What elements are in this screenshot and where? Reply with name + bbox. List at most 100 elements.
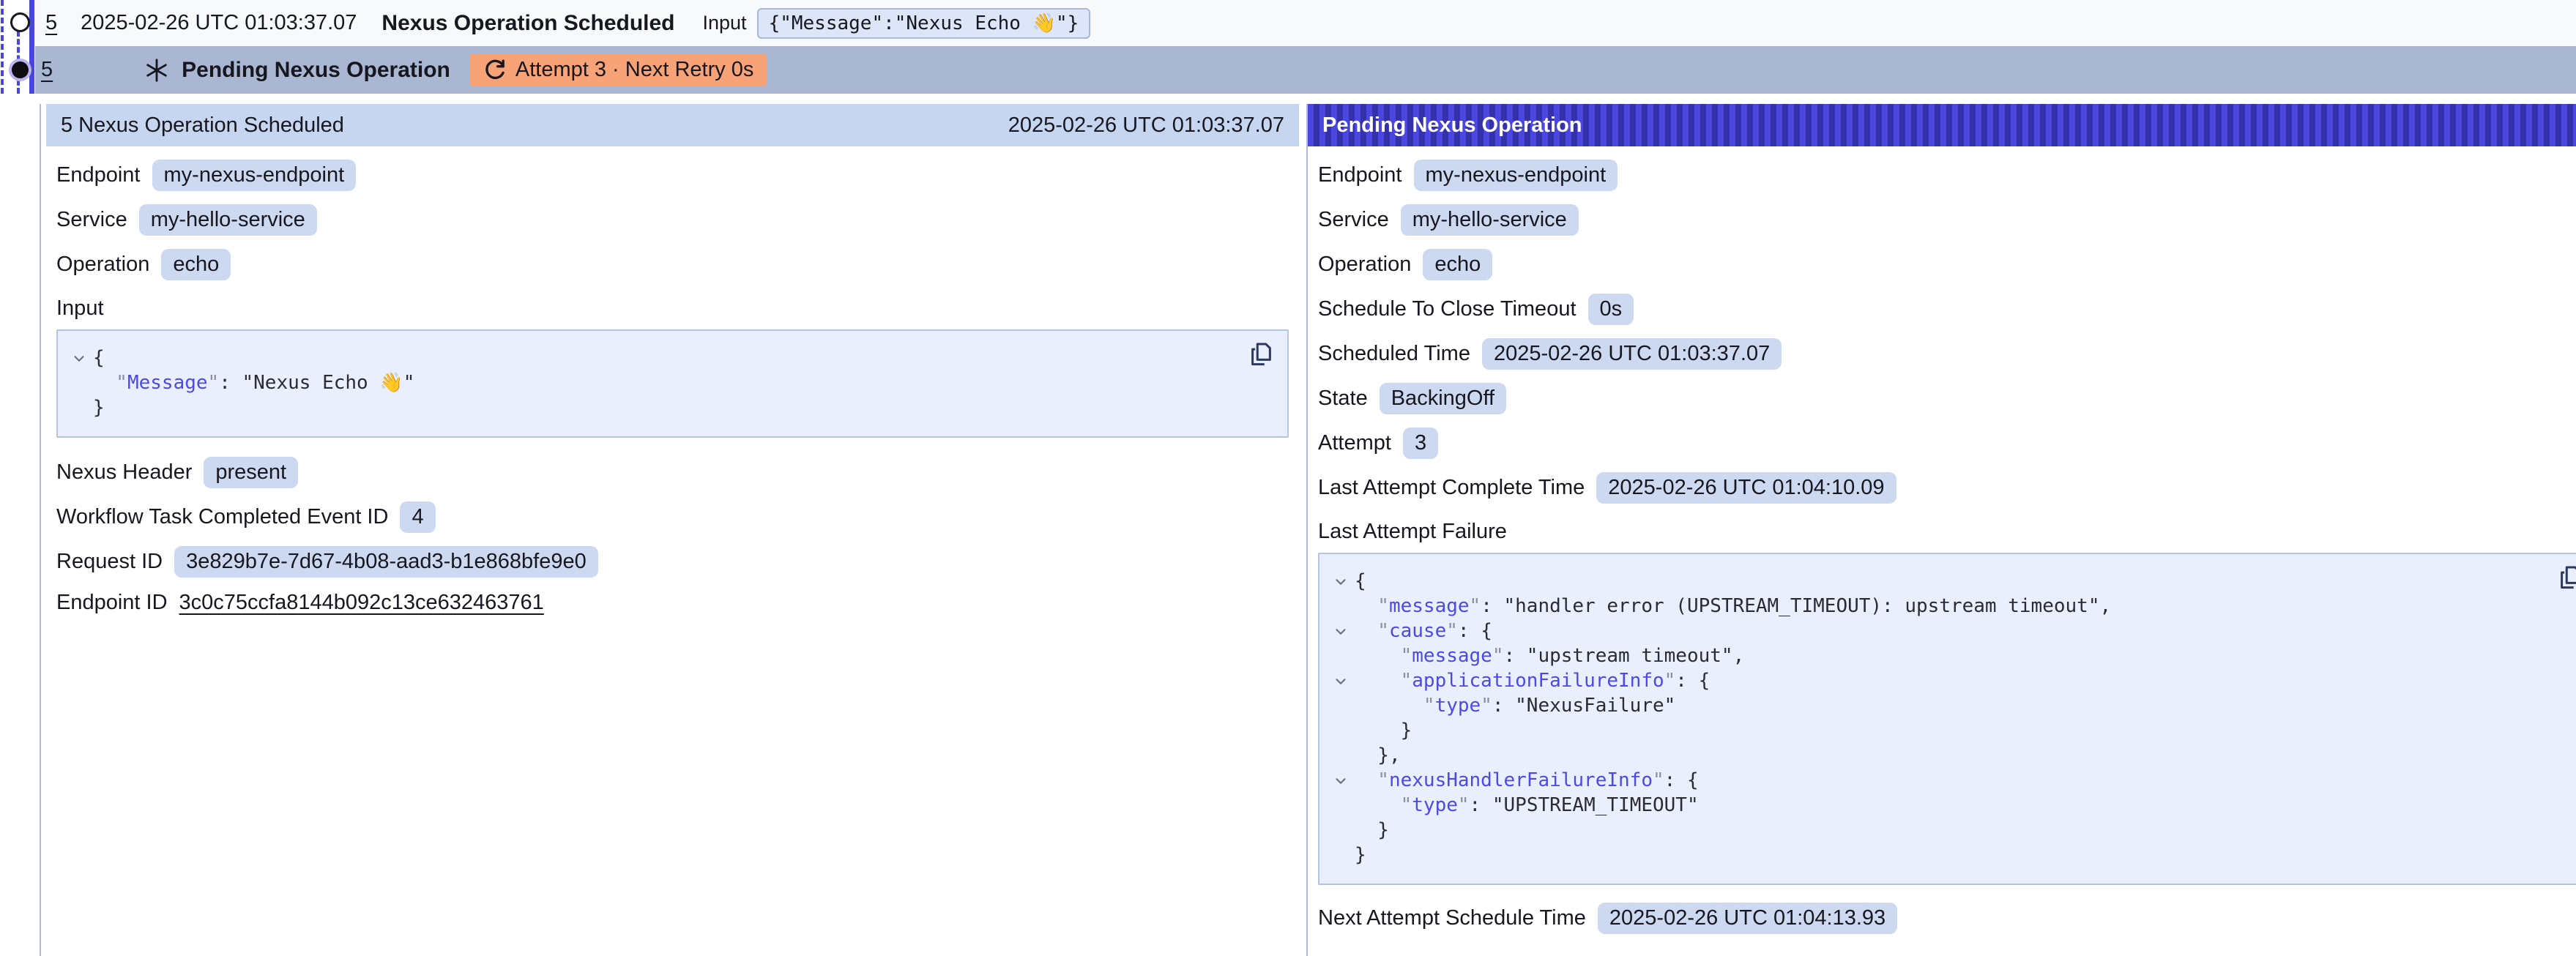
- field-value-badge: 2025-02-26 UTC 01:04:13.93: [1598, 903, 1897, 934]
- field-workflow-task-completed-event-id: Workflow Task Completed Event ID 4: [56, 501, 1289, 533]
- event-details-panel: 5 Nexus Operation Scheduled 2025-02-26 U…: [40, 104, 2576, 956]
- field-value-badge: my-nexus-endpoint: [152, 160, 357, 191]
- pending-operation-card-header: Pending Nexus Operation: [1308, 104, 2576, 146]
- event-title: Nexus Operation Scheduled: [381, 11, 674, 36]
- json-viewer-failure: {"message": "handler error (UPSTREAM_TIM…: [1318, 553, 2576, 885]
- timeline-dot-icon[interactable]: [12, 61, 29, 78]
- event-detail-card-time: 2025-02-26 UTC 01:03:37.07: [1008, 113, 1284, 138]
- event-history-screen: 5 2025-02-26 UTC 01:03:37.07 Nexus Opera…: [0, 0, 2576, 956]
- field-label: Endpoint: [56, 163, 141, 187]
- field-nexus-header: Nexus Header present: [56, 457, 1289, 488]
- json-code-text: "applicationFailureInfo": {: [1355, 668, 1710, 693]
- json-lines: {"Message": "Nexus Echo 👋"}: [65, 346, 1240, 420]
- pending-operation-title: Pending Nexus Operation: [182, 58, 450, 83]
- retry-icon: [483, 58, 507, 82]
- json-code-text: "cause": {: [1355, 619, 1492, 643]
- field-value-badge: 3: [1403, 427, 1438, 459]
- event-detail-card-header: 5 Nexus Operation Scheduled 2025-02-26 U…: [46, 104, 1299, 146]
- input-section-label: Input: [56, 296, 1289, 321]
- json-code-text: "type": "NexusFailure": [1355, 693, 1675, 718]
- field-value-badge: 3e829b7e-7d67-4b08-aad3-b1e868bfe9e0: [174, 546, 598, 578]
- field-label: Request ID: [56, 550, 163, 574]
- json-gutter: [1327, 594, 1355, 599]
- json-code-text: }: [1355, 718, 1412, 743]
- pending-operation-card-title: Pending Nexus Operation: [1322, 113, 1582, 138]
- event-id-link[interactable]: 5: [45, 11, 57, 35]
- json-line: }: [1327, 818, 2550, 843]
- event-detail-card: 5 Nexus Operation Scheduled 2025-02-26 U…: [46, 104, 1299, 956]
- json-code-text: }: [1355, 843, 1366, 867]
- json-line: "message": "handler error (UPSTREAM_TIME…: [1327, 594, 2550, 619]
- json-line: "type": "NexusFailure": [1327, 693, 2550, 718]
- timeline-edge-dashed-line: [1, 0, 4, 94]
- json-gutter: [1327, 818, 1355, 823]
- field-label: Schedule To Close Timeout: [1318, 297, 1577, 321]
- collapse-chevron-icon[interactable]: [1327, 768, 1355, 789]
- copy-button[interactable]: [1246, 340, 1276, 372]
- field-operation: Operation echo: [56, 249, 1289, 280]
- json-line: }: [65, 395, 1240, 420]
- field-value-badge: 2025-02-26 UTC 01:03:37.07: [1482, 338, 1782, 370]
- state-badge: BackingOff: [1380, 383, 1506, 414]
- collapse-chevron-icon[interactable]: [1327, 569, 1355, 590]
- retry-badge-text: Attempt 3 · Next Retry 0s: [515, 58, 754, 82]
- endpoint-id-link[interactable]: 3c0c75ccfa8144b092c13ce632463761: [179, 591, 544, 615]
- field-value-badge: my-nexus-endpoint: [1414, 160, 1618, 191]
- event-detail-card-title: 5 Nexus Operation Scheduled: [61, 113, 344, 138]
- event-input-preview-chip[interactable]: {"Message":"Nexus Echo 👋"}: [757, 8, 1091, 39]
- timeline-active-bar: [29, 0, 34, 94]
- field-label: Endpoint: [1318, 163, 1402, 187]
- field-value-badge: 2025-02-26 UTC 01:04:10.09: [1596, 472, 1896, 504]
- json-gutter: [65, 370, 93, 376]
- collapse-chevron-icon[interactable]: [65, 346, 93, 367]
- last-attempt-failure-label: Last Attempt Failure: [1318, 520, 2576, 544]
- json-code-text: "message": "upstream timeout",: [1355, 643, 1744, 668]
- copy-button[interactable]: [2555, 563, 2576, 595]
- json-line: "nexusHandlerFailureInfo": {: [1327, 768, 2550, 793]
- event-id-link[interactable]: 5: [41, 58, 53, 82]
- field-value-badge: present: [204, 457, 298, 488]
- field-label: Service: [1318, 208, 1389, 232]
- field-attempt: Attempt 3: [1318, 427, 2576, 459]
- json-line: }: [1327, 718, 2550, 743]
- collapse-chevron-icon[interactable]: [1327, 668, 1355, 690]
- pending-operation-card: Pending Nexus Operation Endpoint my-nexu…: [1306, 104, 2576, 956]
- field-scheduled-time: Scheduled Time 2025-02-26 UTC 01:03:37.0…: [1318, 338, 2576, 370]
- event-row-nexus-operation-scheduled[interactable]: 5 2025-02-26 UTC 01:03:37.07 Nexus Opera…: [35, 0, 2576, 46]
- field-service: Service my-hello-service: [56, 204, 1289, 236]
- field-label: Attempt: [1318, 431, 1391, 455]
- field-value-badge: 4: [400, 501, 435, 533]
- json-line: "cause": {: [1327, 619, 2550, 643]
- field-label: Service: [56, 208, 127, 232]
- field-label: Last Attempt Complete Time: [1318, 476, 1585, 500]
- json-gutter: [1327, 743, 1355, 748]
- field-label: Nexus Header: [56, 460, 192, 485]
- field-last-attempt-complete-time: Last Attempt Complete Time 2025-02-26 UT…: [1318, 472, 2576, 504]
- copy-icon: [1247, 340, 1275, 370]
- collapse-chevron-icon[interactable]: [1327, 619, 1355, 640]
- json-code-text: {: [1355, 569, 1366, 594]
- json-line: "applicationFailureInfo": {: [1327, 668, 2550, 693]
- field-label: Endpoint ID: [56, 591, 168, 615]
- json-line: {: [65, 346, 1240, 370]
- field-endpoint-id: Endpoint ID 3c0c75ccfa8144b092c13ce63246…: [56, 591, 1289, 615]
- copy-icon: [2556, 563, 2576, 594]
- field-value-badge: my-hello-service: [139, 204, 317, 236]
- json-gutter: [1327, 718, 1355, 723]
- asterisk-icon: [144, 57, 170, 83]
- field-label: State: [1318, 386, 1368, 411]
- field-label: Workflow Task Completed Event ID: [56, 505, 388, 529]
- field-state: State BackingOff: [1318, 383, 2576, 414]
- field-value-badge: echo: [161, 249, 231, 280]
- field-value-badge: 0s: [1588, 294, 1634, 325]
- json-gutter: [1327, 643, 1355, 649]
- json-gutter: [1327, 693, 1355, 698]
- event-row-pending-nexus-operation[interactable]: 5 Pending Nexus Operation Attempt 3 · Ne…: [35, 46, 2576, 94]
- json-lines: {"message": "handler error (UPSTREAM_TIM…: [1327, 569, 2550, 867]
- field-label: Next Attempt Schedule Time: [1318, 906, 1586, 930]
- field-schedule-to-close-timeout: Schedule To Close Timeout 0s: [1318, 294, 2576, 325]
- json-line: },: [1327, 743, 2550, 768]
- json-code-text: "nexusHandlerFailureInfo": {: [1355, 768, 1699, 793]
- timeline-circle-icon[interactable]: [10, 12, 30, 32]
- field-label: Operation: [56, 253, 149, 277]
